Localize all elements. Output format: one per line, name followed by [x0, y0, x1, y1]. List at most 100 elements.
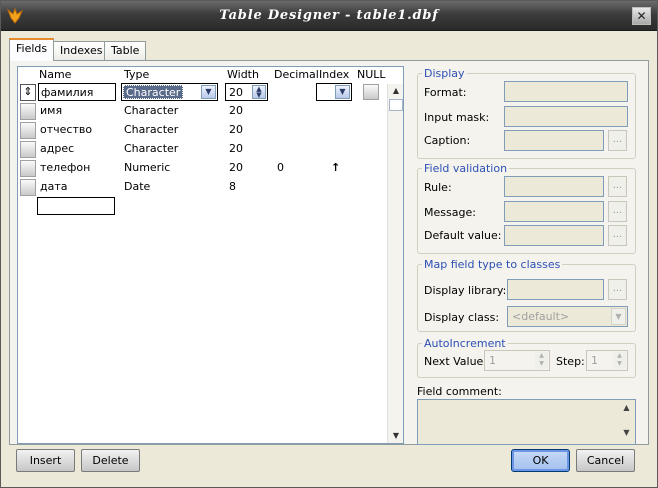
field-name: имя — [40, 104, 63, 117]
column-header-type: Type — [124, 68, 150, 81]
step-spinner[interactable]: 1 ▲ ▼ — [586, 350, 628, 371]
scroll-down-icon[interactable]: ▼ — [620, 428, 633, 441]
rule-field[interactable] — [504, 176, 604, 197]
scroll-up-icon[interactable]: ▲ — [620, 403, 633, 416]
field-width: 20 — [229, 104, 243, 117]
field-type-value: Character — [123, 85, 184, 99]
field-comment-label: Field comment: — [417, 385, 502, 398]
default-value-field[interactable] — [504, 225, 604, 246]
row-move-handle[interactable] — [20, 103, 36, 120]
map-field-type-group-title: Map field type to classes — [422, 258, 563, 271]
caption-label: Caption: — [424, 134, 471, 147]
tab-table[interactable]: Table — [104, 41, 147, 61]
row-move-handle[interactable]: ⇕ — [20, 84, 36, 101]
input-mask-label: Input mask: — [424, 111, 490, 124]
index-ascending-arrow-icon: ↑ — [331, 161, 341, 174]
column-header-width: Width — [227, 68, 259, 81]
table-row[interactable]: дата Date 8 — [18, 178, 388, 197]
display-group-title: Display — [422, 67, 467, 80]
grid-vertical-scrollbar[interactable]: ▲ ▼ — [387, 84, 403, 443]
field-type-select[interactable]: Character ▼ — [121, 83, 218, 101]
field-name: телефон — [40, 161, 91, 174]
table-row[interactable]: отчество Character 20 — [18, 121, 388, 140]
next-value-spinner[interactable]: 1 ▲ ▼ — [484, 350, 550, 371]
caption-ellipsis-button[interactable]: ... — [608, 130, 627, 151]
field-type: Date — [124, 180, 151, 193]
table-row[interactable]: имя Character 20 — [18, 102, 388, 121]
chevron-down-icon[interactable]: ▼ — [335, 85, 350, 99]
row-move-handle[interactable] — [20, 160, 36, 177]
format-field[interactable] — [504, 81, 628, 102]
field-validation-group-title: Field validation — [422, 162, 510, 175]
field-type: Character — [124, 142, 179, 155]
table-designer-window: Table Designer - table1.dbf ✕ Fields Ind… — [0, 0, 658, 488]
row-move-handle[interactable] — [20, 179, 36, 196]
delete-button[interactable]: Delete — [81, 449, 140, 472]
display-library-field[interactable] — [507, 279, 604, 300]
spin-up-down-icon[interactable]: ▲ ▼ — [252, 85, 266, 99]
insert-button[interactable]: Insert — [16, 449, 75, 472]
table-row-new[interactable] — [18, 197, 388, 216]
tab-fields[interactable]: Fields — [9, 38, 55, 61]
field-width: 20 — [229, 142, 243, 155]
message-ellipsis-button[interactable]: ... — [608, 201, 627, 222]
field-type: Character — [124, 104, 179, 117]
new-field-name-input[interactable] — [37, 197, 115, 215]
cancel-button-label: Cancel — [586, 454, 625, 467]
row-move-handle[interactable] — [20, 141, 36, 158]
scrollbar-thumb[interactable] — [389, 99, 403, 111]
null-toggle-button[interactable] — [363, 84, 379, 100]
rule-ellipsis-button[interactable]: ... — [608, 176, 627, 197]
display-class-value: <default> — [512, 310, 570, 323]
ok-button[interactable]: OK — [511, 449, 570, 472]
input-mask-field[interactable] — [504, 106, 628, 127]
default-value-label: Default value: — [424, 229, 502, 242]
field-width: 8 — [229, 180, 236, 193]
caption-field[interactable] — [504, 130, 604, 151]
spin-up-down-icon[interactable]: ▲ ▼ — [613, 352, 626, 369]
default-value-ellipsis-button[interactable]: ... — [608, 225, 627, 246]
spin-up-down-icon[interactable]: ▲ ▼ — [535, 352, 548, 369]
message-label: Message: — [424, 206, 476, 219]
table-row-current[interactable]: ⇕ фамилия Character ▼ 20 ▲ ▼ ▼ — [18, 83, 388, 102]
next-value-value: 1 — [489, 354, 496, 367]
field-name: адрес — [40, 142, 75, 155]
column-header-decimal: Decimal — [274, 68, 319, 81]
tab-indexes[interactable]: Indexes — [53, 41, 110, 61]
table-row[interactable]: телефон Numeric 20 0 ↑ — [18, 159, 388, 178]
chevron-down-icon[interactable]: ▼ — [611, 308, 626, 325]
ok-button-label: OK — [532, 454, 549, 467]
field-decimal: 0 — [277, 161, 284, 174]
column-header-index: Index — [319, 68, 350, 81]
cancel-button[interactable]: Cancel — [576, 449, 635, 472]
message-field[interactable] — [504, 201, 604, 222]
scroll-up-icon[interactable]: ▲ — [389, 84, 403, 98]
field-type: Numeric — [124, 161, 171, 174]
column-header-null: NULL — [357, 68, 386, 81]
window-title: Table Designer - table1.dbf — [219, 8, 439, 23]
display-library-ellipsis-button[interactable]: ... — [608, 279, 627, 300]
table-row[interactable]: адрес Character 20 — [18, 140, 388, 159]
step-label: Step: — [556, 355, 585, 368]
step-value: 1 — [591, 354, 598, 367]
field-name: дата — [40, 180, 68, 193]
fields-grid[interactable]: Name Type Width Decimal Index NULL ⇕ фам… — [17, 66, 404, 444]
field-name-input[interactable]: фамилия — [38, 83, 116, 101]
display-class-select[interactable]: <default> ▼ — [507, 306, 628, 327]
title-bar[interactable]: Table Designer - table1.dbf ✕ — [1, 1, 657, 31]
display-library-label: Display library: — [424, 284, 507, 297]
field-type: Character — [124, 123, 179, 136]
field-comment-textarea[interactable]: ▲ ▼ — [417, 399, 636, 445]
close-button[interactable]: ✕ — [632, 7, 651, 25]
field-width: 20 — [229, 161, 243, 174]
chevron-down-icon[interactable]: ▼ — [201, 85, 216, 99]
column-header-name: Name — [39, 68, 72, 81]
next-value-label: Next Value: — [424, 355, 488, 368]
field-width: 20 — [229, 123, 243, 136]
field-index-select[interactable]: ▼ — [316, 83, 352, 101]
display-class-label: Display class: — [424, 311, 500, 324]
format-label: Format: — [424, 86, 467, 99]
field-width-spinner[interactable]: 20 ▲ ▼ — [225, 83, 268, 101]
scroll-down-icon[interactable]: ▼ — [389, 429, 403, 443]
row-move-handle[interactable] — [20, 122, 36, 139]
